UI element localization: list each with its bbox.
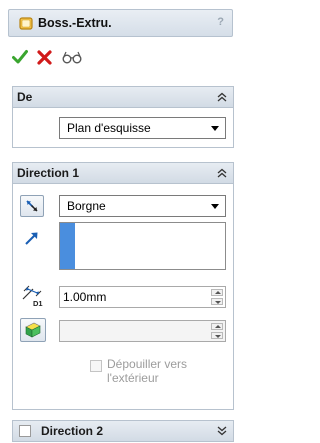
- dropdown-arrow-icon: [211, 204, 219, 209]
- draft-angle-spinbox[interactable]: [59, 320, 226, 342]
- from-section-body: Plan d'esquisse: [12, 108, 234, 148]
- direction-selection-box[interactable]: [59, 222, 226, 270]
- action-buttons: [12, 47, 83, 67]
- from-dropdown[interactable]: Plan d'esquisse: [59, 117, 226, 139]
- extrude-feature-icon: [19, 17, 33, 30]
- selection-box-active-indicator: [60, 223, 75, 269]
- spin-down-icon[interactable]: [211, 298, 223, 305]
- from-dropdown-value: Plan d'esquisse: [67, 121, 151, 135]
- spin-up-icon[interactable]: [211, 289, 223, 296]
- from-section-header[interactable]: De: [12, 86, 234, 108]
- depth-spin-buttons[interactable]: [211, 289, 223, 305]
- end-condition-value: Borgne: [67, 199, 106, 213]
- depth-d1-icon: D1: [22, 285, 43, 308]
- draft-outward-checkbox[interactable]: [90, 360, 102, 372]
- depth-value: 1.00mm: [63, 290, 107, 304]
- draft-toggle-button[interactable]: [20, 318, 46, 342]
- draft-outward-label-line1: Dépouiller vers: [107, 357, 188, 371]
- svg-text:D1: D1: [33, 299, 43, 308]
- direction1-section-body: Borgne D1 1.00mm Dépouiller vers l'extér…: [12, 184, 234, 410]
- direction2-section-header[interactable]: Direction 2: [12, 420, 234, 442]
- spin-up-icon[interactable]: [211, 323, 223, 330]
- collapse-chevron-icon[interactable]: [217, 168, 227, 178]
- draft-outward-label: Dépouiller vers l'extérieur: [107, 357, 187, 385]
- preview-glasses-icon[interactable]: [61, 49, 83, 65]
- dropdown-arrow-icon: [211, 126, 219, 131]
- ok-check-icon[interactable]: [12, 49, 28, 65]
- draft-spin-buttons[interactable]: [211, 323, 223, 339]
- depth-spinbox[interactable]: 1.00mm: [59, 286, 226, 308]
- reverse-direction-button[interactable]: [20, 195, 44, 217]
- collapse-chevron-icon[interactable]: [217, 92, 227, 102]
- property-manager-title: Boss.-Extru.: [38, 16, 112, 30]
- expand-chevron-icon[interactable]: [217, 426, 227, 436]
- help-icon[interactable]: ?: [217, 16, 224, 28]
- direction2-checkbox[interactable]: [19, 425, 31, 437]
- spin-down-icon[interactable]: [211, 332, 223, 339]
- property-manager-title-bar: Boss.-Extru. ?: [8, 9, 233, 37]
- direction2-section-title: Direction 2: [41, 424, 104, 438]
- from-section-title: De: [17, 90, 33, 104]
- direction1-section-header[interactable]: Direction 1: [12, 162, 234, 184]
- cancel-x-icon[interactable]: [37, 49, 52, 65]
- reverse-direction-icon: [26, 200, 38, 212]
- direction-vector-icon: [25, 232, 38, 245]
- draft-icon: [25, 322, 41, 338]
- end-condition-dropdown[interactable]: Borgne: [59, 195, 226, 217]
- direction1-section-title: Direction 1: [17, 166, 80, 180]
- draft-outward-label-line2: l'extérieur: [107, 371, 159, 385]
